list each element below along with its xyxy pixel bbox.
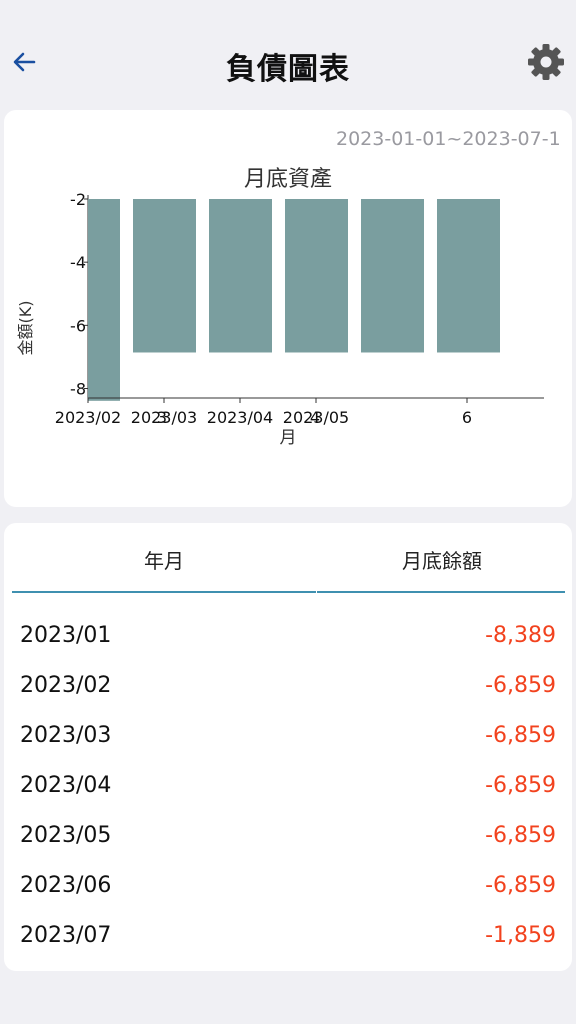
row-month: 2023/03 <box>20 723 112 748</box>
x-tick-label-overlap: 4 <box>310 408 320 427</box>
y-tick-label: -4 <box>70 253 86 272</box>
row-balance: -6,859 <box>485 673 556 698</box>
bar-2023-04[interactable] <box>285 199 348 353</box>
row-balance: -6,859 <box>485 773 556 798</box>
row-month: 2023/02 <box>20 673 112 698</box>
row-month: 2023/07 <box>20 923 112 948</box>
chart-title: 月底資產 <box>244 167 332 192</box>
y-axis-label: 金額(K) <box>16 301 35 356</box>
table-row[interactable]: 2023/05 -6,859 <box>4 813 572 863</box>
page-title: 負債圖表 <box>226 52 350 87</box>
row-month: 2023/05 <box>20 823 112 848</box>
bar-2023-05[interactable] <box>361 199 424 353</box>
table-row[interactable]: 2023/07 -1,859 <box>4 913 572 963</box>
table-row[interactable]: 2023/06 -6,859 <box>4 863 572 913</box>
chart-card: 2023-01-01~2023-07-19 月底資產 -2 -4 -6 -8 2023… <box>4 110 572 507</box>
row-balance: -6,859 <box>485 823 556 848</box>
x-tick-label: 2023/04 <box>207 408 273 427</box>
bar-2023-01[interactable] <box>88 199 120 401</box>
table-row[interactable]: 2023/02 -6,859 <box>4 663 572 713</box>
bars <box>88 199 500 401</box>
header-month: 年月 <box>144 549 184 573</box>
app-header: 負債圖表 <box>0 0 576 110</box>
x-tick-label-overlap: 6 <box>462 408 472 427</box>
bar-2023-03[interactable] <box>209 199 272 353</box>
row-balance: -1,859 <box>485 923 556 948</box>
row-balance: -8,389 <box>485 623 556 648</box>
row-balance: -6,859 <box>485 723 556 748</box>
settings-button[interactable] <box>526 42 566 82</box>
gear-icon <box>528 44 564 80</box>
header-divider-left <box>12 591 316 593</box>
row-month: 2023/01 <box>20 623 112 648</box>
y-tick-label: -2 <box>70 190 86 209</box>
bar-2023-02[interactable] <box>133 199 196 353</box>
x-tick-label-overlap: 3 <box>157 408 167 427</box>
table-row[interactable]: 2023/03 -6,859 <box>4 713 572 763</box>
table-row[interactable]: 2023/01 -8,389 <box>4 613 572 663</box>
header-balance: 月底餘額 <box>402 549 482 573</box>
bar-2023-06[interactable] <box>437 199 500 353</box>
row-month: 2023/04 <box>20 773 112 798</box>
balance-chart: 月底資產 -2-4-6-8 2023/02 2023/03 2023/04 2023/… <box>16 167 544 448</box>
row-balance: -6,859 <box>485 873 556 898</box>
balance-table: 年月 月底餘額 2023/01 -8,389 2023/02 -6,859 2023/0… <box>4 523 572 971</box>
y-tick-label: -6 <box>70 316 86 335</box>
header-divider-right <box>317 591 565 593</box>
table-row[interactable]: 2023/04 -6,859 <box>4 763 572 813</box>
x-axis: 2023/02 2023/03 2023/04 2023/053 4 6 <box>55 397 544 427</box>
x-axis-label: 月 <box>280 428 297 448</box>
row-month: 2023/06 <box>20 873 112 898</box>
x-tick-label: 2023/02 <box>55 408 121 427</box>
y-axis: -2 -4 -6 -8 <box>70 190 89 399</box>
y-tick-label: -8 <box>70 380 86 399</box>
